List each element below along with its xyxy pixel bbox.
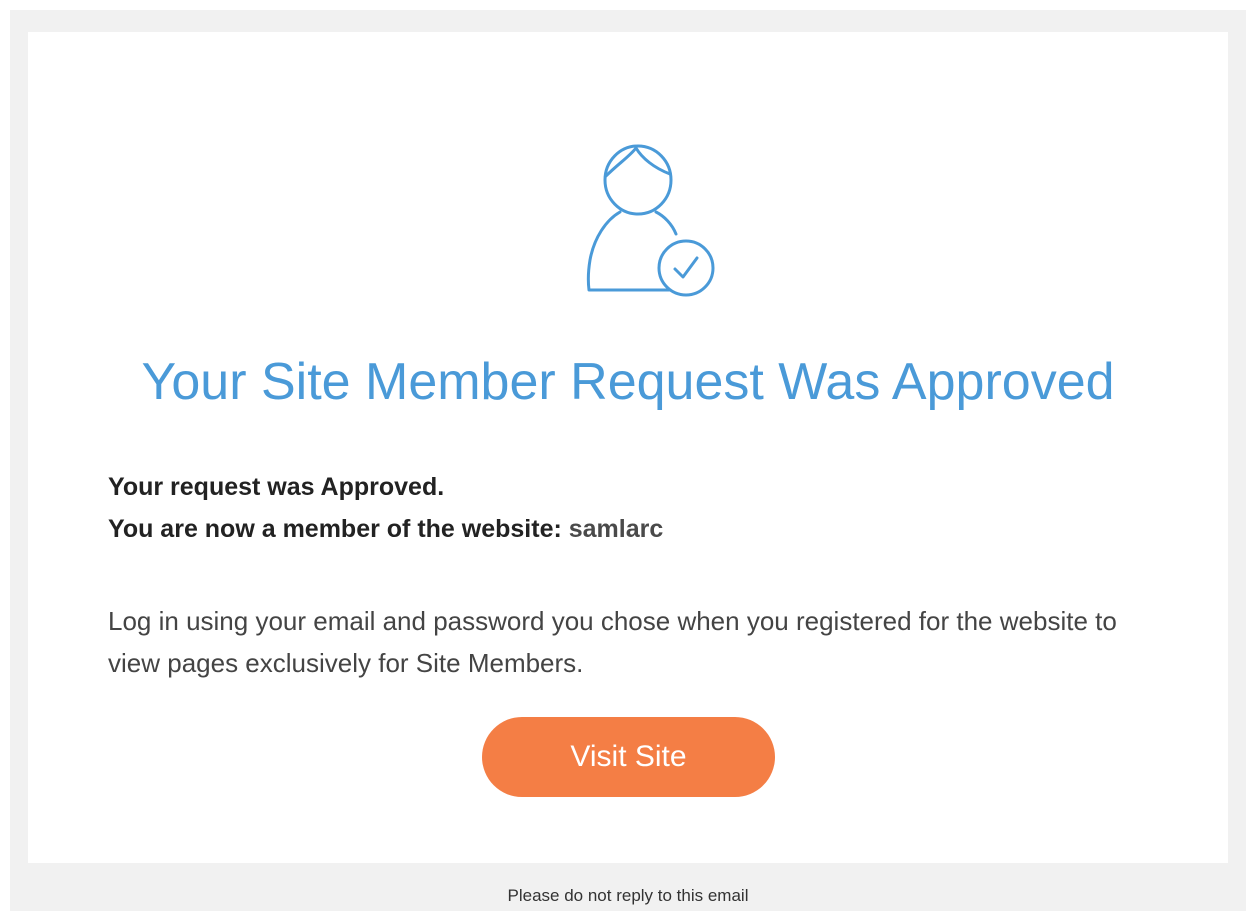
- site-name: samlarc: [568, 515, 664, 543]
- membership-message: You are now a member of the website: sam…: [108, 514, 663, 544]
- visit-site-button[interactable]: Visit Site: [482, 717, 775, 797]
- email-card: Your Site Member Request Was Approved Yo…: [28, 32, 1228, 863]
- email-title: Your Site Member Request Was Approved: [141, 353, 1115, 411]
- member-approved-icon: [576, 142, 718, 302]
- email-background: Your Site Member Request Was Approved Yo…: [10, 10, 1246, 911]
- membership-message-prefix: You are now a member of the website:: [108, 515, 562, 543]
- login-instructions: Log in using your email and password you…: [108, 606, 1117, 678]
- approved-message: Your request was Approved.: [108, 473, 445, 501]
- no-reply-note: Please do not reply to this email: [507, 886, 749, 905]
